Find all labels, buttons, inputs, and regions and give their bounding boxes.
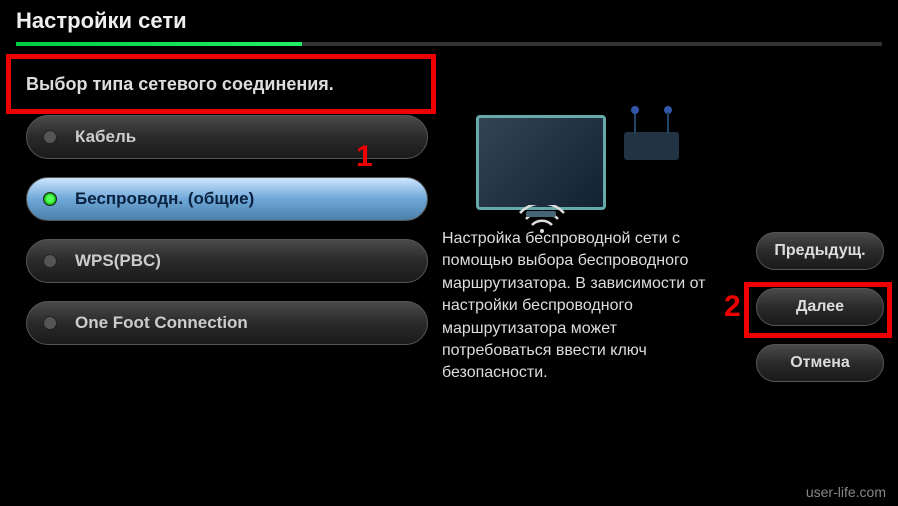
wizard-progress-fill: [16, 42, 302, 46]
preview-panel: Настройка беспроводной сети с помощью вы…: [428, 115, 718, 385]
annotation-marker-2: 2: [724, 290, 741, 324]
page-title: Настройки сети: [16, 8, 882, 34]
option-label: Беспроводн. (общие): [75, 189, 254, 209]
router-icon: [624, 132, 679, 160]
previous-button[interactable]: Предыдущ.: [756, 232, 884, 270]
option-label: Кабель: [75, 127, 136, 147]
radio-icon: [43, 316, 57, 330]
annotation-marker-1: 1: [356, 140, 373, 174]
wizard-progress: [16, 42, 882, 46]
watermark: user-life.com: [806, 484, 886, 500]
connection-diagram: [436, 115, 718, 210]
radio-icon: [43, 254, 57, 268]
radio-icon: [43, 130, 57, 144]
option-description: Настройка беспроводной сети с помощью вы…: [436, 228, 718, 385]
option-wireless-general[interactable]: Беспроводн. (общие): [26, 177, 428, 221]
option-wps-pbc[interactable]: WPS(PBC): [26, 239, 428, 283]
wizard-actions: Предыдущ. Далее Отмена: [756, 232, 884, 400]
wifi-icon: [517, 205, 567, 235]
monitor-icon: [476, 115, 606, 210]
section-subtitle: Выбор типа сетевого соединения.: [26, 74, 898, 95]
next-button[interactable]: Далее: [756, 288, 884, 326]
radio-icon: [43, 192, 57, 206]
option-label: One Foot Connection: [75, 313, 248, 333]
cancel-button[interactable]: Отмена: [756, 344, 884, 382]
option-label: WPS(PBC): [75, 251, 161, 271]
option-one-foot[interactable]: One Foot Connection: [26, 301, 428, 345]
